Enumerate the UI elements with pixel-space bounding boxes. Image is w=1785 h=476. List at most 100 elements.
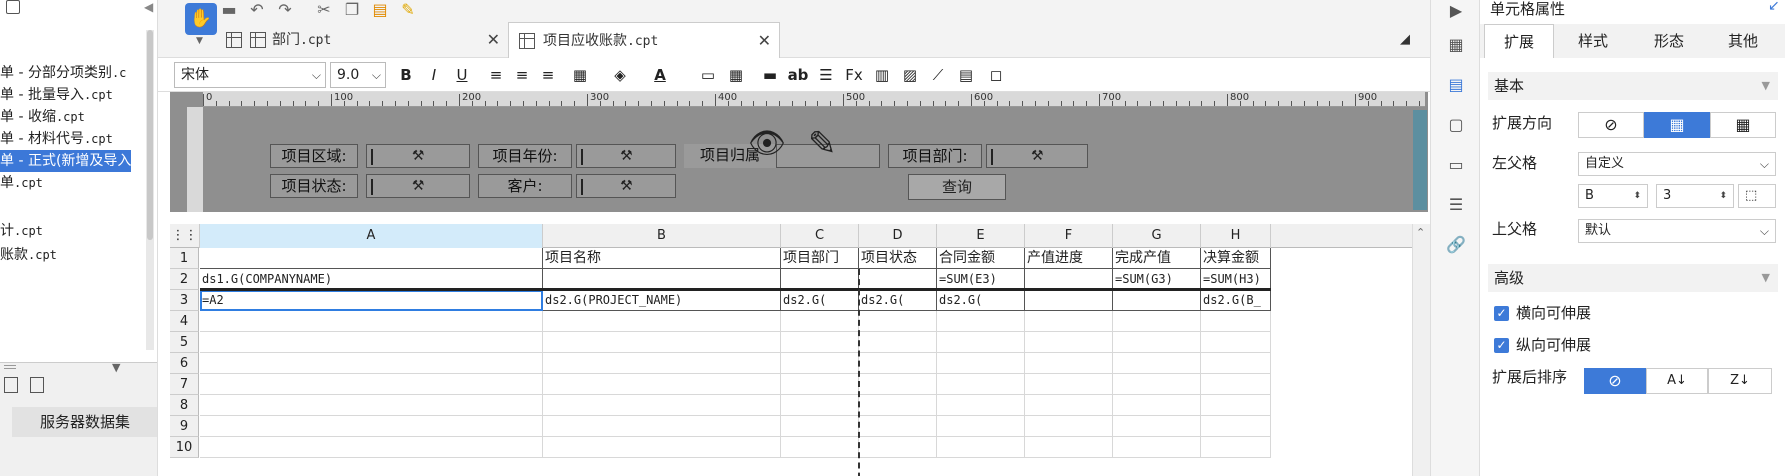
- grid-cell[interactable]: [543, 374, 781, 395]
- grid-cell[interactable]: [200, 332, 543, 353]
- grid-cell[interactable]: [1025, 374, 1113, 395]
- grid-cell[interactable]: 合同金额: [937, 248, 1025, 269]
- expand-vertical-button[interactable]: ▦: [1644, 112, 1710, 138]
- grid-cell[interactable]: [1025, 311, 1113, 332]
- grid-cell[interactable]: [543, 311, 781, 332]
- grid-cell[interactable]: [543, 416, 781, 437]
- grid-cell[interactable]: [1113, 290, 1201, 311]
- align-left-icon[interactable]: ≡: [484, 63, 508, 87]
- grid-cell[interactable]: [1201, 353, 1271, 374]
- paste-icon[interactable]: ▤: [369, 0, 391, 19]
- grid-cell[interactable]: [781, 332, 859, 353]
- grid-cell[interactable]: 项目名称: [543, 248, 781, 269]
- column-header[interactable]: G: [1113, 224, 1201, 248]
- row-header[interactable]: 5: [170, 332, 199, 353]
- grid-cell[interactable]: [200, 437, 543, 458]
- tab-dept[interactable]: 部门.cpt ✕: [216, 22, 508, 58]
- row-header[interactable]: 2: [170, 269, 199, 290]
- grid-cell[interactable]: [1113, 332, 1201, 353]
- copy-icon[interactable]: [6, 0, 20, 14]
- sort-desc-button[interactable]: Z↓: [1708, 368, 1772, 394]
- grid-cell[interactable]: [937, 311, 1025, 332]
- grid-cell[interactable]: [200, 416, 543, 437]
- logo-dropdown-icon[interactable]: ▼: [196, 36, 203, 46]
- sub-report-icon[interactable]: ▤: [954, 63, 978, 87]
- image-icon[interactable]: ▨: [898, 63, 922, 87]
- row-header[interactable]: 1: [170, 248, 199, 269]
- grid-cell[interactable]: [1113, 416, 1201, 437]
- dept-combo[interactable]: ⚒: [986, 144, 1088, 168]
- edit-dataset-icon[interactable]: [30, 377, 44, 393]
- grid-cell[interactable]: [781, 395, 859, 416]
- grid-cell[interactable]: ds1.G(COMPANYNAME): [200, 269, 543, 290]
- customer-combo[interactable]: ⚒: [576, 174, 676, 198]
- left-arrow-icon[interactable]: ◀: [144, 0, 153, 14]
- horizontal-extend-checkbox[interactable]: ✓: [1494, 306, 1509, 321]
- grid-cell[interactable]: [1025, 395, 1113, 416]
- cut-icon[interactable]: ✂: [313, 0, 335, 19]
- grid-cell[interactable]: [781, 353, 859, 374]
- tree-item[interactable]: 账款.cpt: [0, 244, 57, 266]
- query-button[interactable]: 查询: [908, 174, 1006, 200]
- row-header[interactable]: 7: [170, 374, 199, 395]
- tab-style[interactable]: 样式: [1558, 24, 1628, 58]
- grid-cell[interactable]: [1201, 332, 1271, 353]
- grid-cell[interactable]: ds2.G(: [781, 290, 859, 311]
- grid-cell[interactable]: [1025, 332, 1113, 353]
- save-icon[interactable]: ▬: [218, 0, 240, 19]
- grid-cell[interactable]: [543, 332, 781, 353]
- expand-none-button[interactable]: ⊘: [1578, 112, 1644, 138]
- text-element-icon[interactable]: ab: [786, 63, 810, 87]
- grid-cell[interactable]: [937, 353, 1025, 374]
- grid-cell[interactable]: [1025, 353, 1113, 374]
- server-dataset-tab[interactable]: 服务器数据集: [12, 407, 157, 437]
- collapse-right-icon[interactable]: ▶: [1445, 0, 1467, 22]
- chart-icon[interactable]: ▥: [870, 63, 894, 87]
- advanced-section[interactable]: 高级 ▼: [1488, 264, 1778, 292]
- undo-icon[interactable]: ↶: [246, 0, 268, 19]
- grid-cell[interactable]: [859, 374, 937, 395]
- grid-cell[interactable]: [1201, 311, 1271, 332]
- grid-cell[interactable]: [781, 416, 859, 437]
- grid-cell[interactable]: [781, 311, 859, 332]
- merge-cells-icon[interactable]: ▭: [696, 63, 720, 87]
- redo-icon[interactable]: ↷: [274, 0, 296, 19]
- grid-cell[interactable]: [200, 248, 543, 269]
- grid-cell[interactable]: [859, 353, 937, 374]
- left-parent-select[interactable]: 自定义 ⌵: [1578, 152, 1776, 176]
- grid-cell[interactable]: [1201, 374, 1271, 395]
- font-family-select[interactable]: 宋体 ⌵: [174, 62, 326, 88]
- font-size-select[interactable]: 9.0 ⌵: [330, 62, 386, 88]
- edit-pen-icon[interactable]: ✎: [808, 124, 837, 164]
- top-parent-select[interactable]: 默认 ⌵: [1578, 219, 1776, 243]
- row-header[interactable]: 8: [170, 395, 199, 416]
- grid-cell[interactable]: [1113, 311, 1201, 332]
- grid-cell[interactable]: [859, 437, 937, 458]
- insert-cell-icon[interactable]: ▬: [758, 63, 782, 87]
- grid-cell[interactable]: 决算金额: [1201, 248, 1271, 269]
- cell-attributes-icon[interactable]: ▤: [1445, 74, 1467, 96]
- formula-icon[interactable]: Fx: [842, 63, 866, 87]
- grid-cell[interactable]: [543, 269, 781, 290]
- grid-cell[interactable]: [1025, 416, 1113, 437]
- column-header[interactable]: B: [543, 224, 781, 248]
- tab-other[interactable]: 其他: [1708, 24, 1778, 58]
- grid-cell[interactable]: [937, 332, 1025, 353]
- hide-eye-icon[interactable]: 👁: [748, 126, 786, 161]
- splitter-handle[interactable]: [4, 365, 16, 369]
- row-header[interactable]: 10: [170, 437, 199, 458]
- tree-item[interactable]: 计.cpt: [0, 220, 43, 242]
- left-parent-col-input[interactable]: B ⬍: [1578, 184, 1648, 208]
- row-header[interactable]: 4: [170, 311, 199, 332]
- grid-cell[interactable]: [859, 395, 937, 416]
- year-combo[interactable]: ⚒: [576, 144, 676, 168]
- float-element-icon[interactable]: ◻: [984, 63, 1008, 87]
- grid-cell[interactable]: 项目部门: [781, 248, 859, 269]
- stepper-icon[interactable]: ⬍: [1633, 185, 1641, 207]
- tree-item[interactable]: 单 - 分部分项类别.c: [0, 62, 126, 84]
- grid-cell[interactable]: [937, 437, 1025, 458]
- grid-cell[interactable]: [1025, 290, 1113, 311]
- align-center-icon[interactable]: ≡: [510, 63, 534, 87]
- rich-text-icon[interactable]: ☰: [814, 63, 838, 87]
- sort-asc-button[interactable]: A↓: [1646, 368, 1708, 394]
